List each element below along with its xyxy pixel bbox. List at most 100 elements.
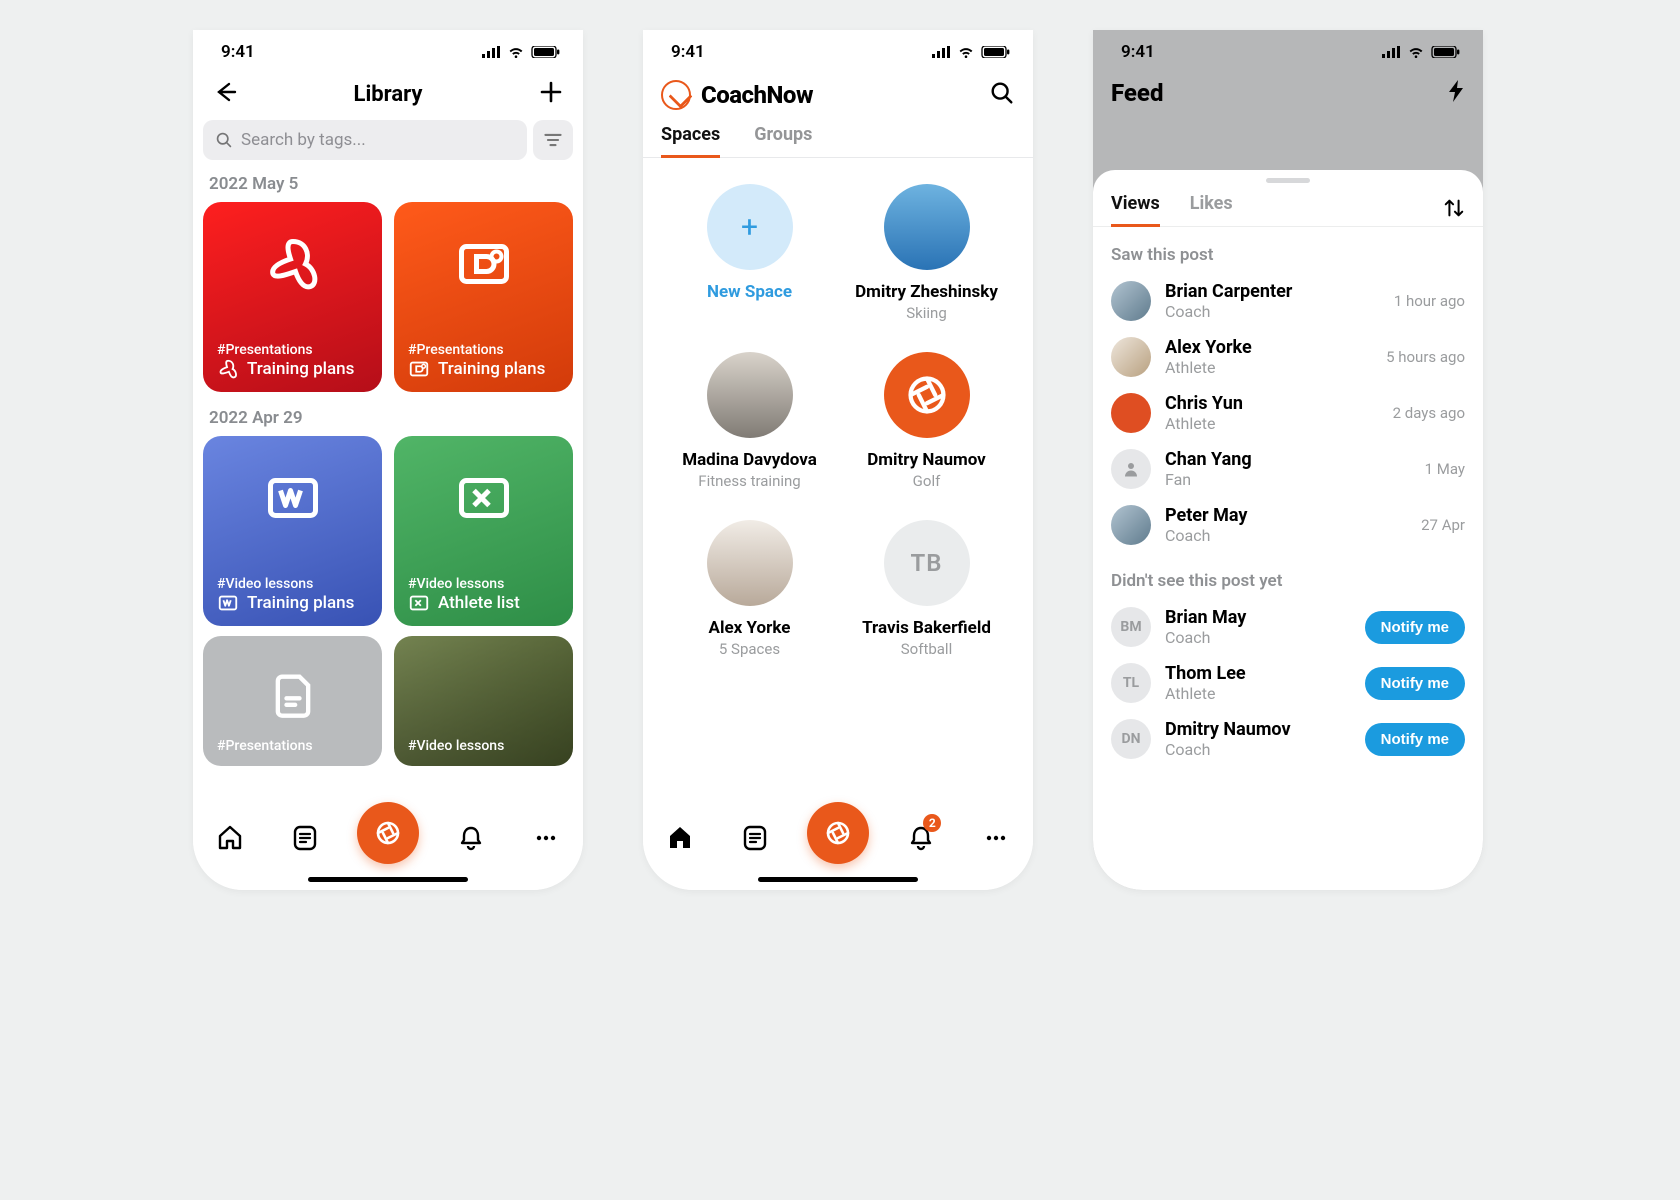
tab-views[interactable]: Views bbox=[1111, 193, 1160, 226]
library-card-grey[interactable]: #Presentations bbox=[203, 636, 382, 766]
avatar bbox=[1111, 449, 1151, 489]
user-name: Peter May bbox=[1165, 505, 1407, 526]
space-sub: 5 Spaces bbox=[671, 640, 828, 658]
search-input[interactable]: Search by tags... bbox=[203, 120, 527, 160]
brand-logo-icon bbox=[661, 80, 691, 110]
status-time: 9:41 bbox=[671, 42, 705, 62]
space-sub: Golf bbox=[848, 472, 1005, 490]
sort-button[interactable] bbox=[1443, 197, 1465, 223]
back-button[interactable] bbox=[211, 78, 239, 110]
space-name: Madina Davydova bbox=[671, 450, 828, 470]
home-indicator bbox=[308, 877, 468, 882]
pdf-icon bbox=[217, 358, 239, 380]
nav-home[interactable] bbox=[658, 816, 702, 860]
viewer-row[interactable]: TL Thom Lee Athlete Notify me bbox=[1093, 655, 1483, 711]
sheet-grabber[interactable] bbox=[1266, 178, 1310, 183]
avatar bbox=[884, 352, 970, 438]
avatar bbox=[1111, 337, 1151, 377]
screen-feed: 9:41 Feed Views Likes Saw this post Bria… bbox=[1093, 30, 1483, 890]
space-item[interactable]: Alex Yorke 5 Spaces bbox=[671, 520, 828, 658]
library-card-ppt[interactable]: #Presentations Training plans bbox=[394, 202, 573, 392]
nav-notifications[interactable]: 2 bbox=[899, 816, 943, 860]
search-button[interactable] bbox=[989, 80, 1015, 110]
notify-button[interactable]: Notify me bbox=[1365, 611, 1465, 644]
view-time: 5 hours ago bbox=[1386, 348, 1465, 366]
notify-button[interactable]: Notify me bbox=[1365, 723, 1465, 756]
nav-capture[interactable] bbox=[357, 802, 419, 864]
nav-library[interactable] bbox=[733, 816, 777, 860]
status-bar: 9:41 bbox=[193, 30, 583, 74]
status-icons bbox=[481, 46, 561, 58]
space-item[interactable]: Dmitry Naumov Golf bbox=[848, 352, 1005, 490]
card-name: Training plans bbox=[247, 359, 354, 379]
user-role: Coach bbox=[1165, 302, 1380, 321]
plus-icon: + bbox=[707, 184, 793, 270]
nav-more[interactable] bbox=[524, 816, 568, 860]
space-name: Dmitry Zheshinsky bbox=[848, 282, 1005, 302]
card-tag: #Presentations bbox=[408, 342, 559, 358]
status-icons bbox=[931, 46, 1011, 58]
status-time: 9:41 bbox=[221, 42, 255, 62]
space-item[interactable]: Dmitry Zheshinsky Skiing bbox=[848, 184, 1005, 322]
viewer-row[interactable]: Peter May Coach 27 Apr bbox=[1093, 497, 1483, 553]
card-tag: #Video lessons bbox=[408, 576, 559, 592]
nav-more[interactable] bbox=[974, 816, 1018, 860]
date-header: 2022 May 5 bbox=[193, 168, 583, 202]
avatar bbox=[707, 352, 793, 438]
viewer-row[interactable]: DN Dmitry Naumov Coach Notify me bbox=[1093, 711, 1483, 767]
card-tag: #Presentations bbox=[217, 738, 368, 754]
new-space-button[interactable]: + New Space bbox=[671, 184, 828, 322]
view-time: 1 May bbox=[1425, 460, 1465, 478]
xls-icon bbox=[454, 468, 514, 528]
section-title-saw: Saw this post bbox=[1093, 227, 1483, 273]
avatar: TB bbox=[884, 520, 970, 606]
user-role: Coach bbox=[1165, 740, 1351, 759]
word-icon bbox=[263, 468, 323, 528]
search-placeholder: Search by tags... bbox=[241, 130, 366, 150]
viewer-row[interactable]: Chan Yang Fan 1 May bbox=[1093, 441, 1483, 497]
view-time: 2 days ago bbox=[1393, 404, 1465, 422]
tab-groups[interactable]: Groups bbox=[754, 124, 812, 157]
status-time: 9:41 bbox=[1121, 42, 1155, 62]
viewer-row[interactable]: BM Brian May Coach Notify me bbox=[1093, 599, 1483, 655]
space-item[interactable]: TB Travis Bakerfield Softball bbox=[848, 520, 1005, 658]
bottom-sheet: Views Likes Saw this post Brian Carpente… bbox=[1093, 170, 1483, 890]
space-sub: Skiing bbox=[848, 304, 1005, 322]
space-name: Alex Yorke bbox=[671, 618, 828, 638]
user-name: Dmitry Naumov bbox=[1165, 719, 1351, 740]
avatar bbox=[884, 184, 970, 270]
space-item[interactable]: Madina Davydova Fitness training bbox=[671, 352, 828, 490]
avatar: BM bbox=[1111, 607, 1151, 647]
pdf-icon bbox=[263, 234, 323, 294]
viewer-row[interactable]: Alex Yorke Athlete 5 hours ago bbox=[1093, 329, 1483, 385]
avatar: TL bbox=[1111, 663, 1151, 703]
space-sub: Fitness training bbox=[671, 472, 828, 490]
view-time: 27 Apr bbox=[1421, 516, 1465, 534]
viewer-row[interactable]: Chris Yun Athlete 2 days ago bbox=[1093, 385, 1483, 441]
card-tag: #Presentations bbox=[217, 342, 368, 358]
nav-capture[interactable] bbox=[807, 802, 869, 864]
library-card-pdf[interactable]: #Presentations Training plans bbox=[203, 202, 382, 392]
library-card-photo[interactable]: #Video lessons bbox=[394, 636, 573, 766]
tab-likes[interactable]: Likes bbox=[1190, 193, 1233, 226]
nav-home[interactable] bbox=[208, 816, 252, 860]
notify-button[interactable]: Notify me bbox=[1365, 667, 1465, 700]
bolt-button[interactable] bbox=[1445, 78, 1465, 108]
viewer-row[interactable]: Brian Carpenter Coach 1 hour ago bbox=[1093, 273, 1483, 329]
tab-spaces[interactable]: Spaces bbox=[661, 124, 720, 157]
user-role: Athlete bbox=[1165, 414, 1379, 433]
avatar: DN bbox=[1111, 719, 1151, 759]
user-name: Brian Carpenter bbox=[1165, 281, 1380, 302]
user-name: Brian May bbox=[1165, 607, 1351, 628]
page-title: Feed bbox=[1111, 79, 1163, 107]
doc-icon bbox=[267, 668, 319, 720]
user-name: Chris Yun bbox=[1165, 393, 1379, 414]
card-name: Athlete list bbox=[438, 593, 520, 613]
library-card-word[interactable]: #Video lessons Training plans bbox=[203, 436, 382, 626]
filter-button[interactable] bbox=[533, 120, 573, 160]
add-button[interactable] bbox=[537, 78, 565, 110]
page-title: Library bbox=[239, 82, 537, 107]
nav-library[interactable] bbox=[283, 816, 327, 860]
library-card-xls[interactable]: #Video lessons Athlete list bbox=[394, 436, 573, 626]
nav-notifications[interactable] bbox=[449, 816, 493, 860]
